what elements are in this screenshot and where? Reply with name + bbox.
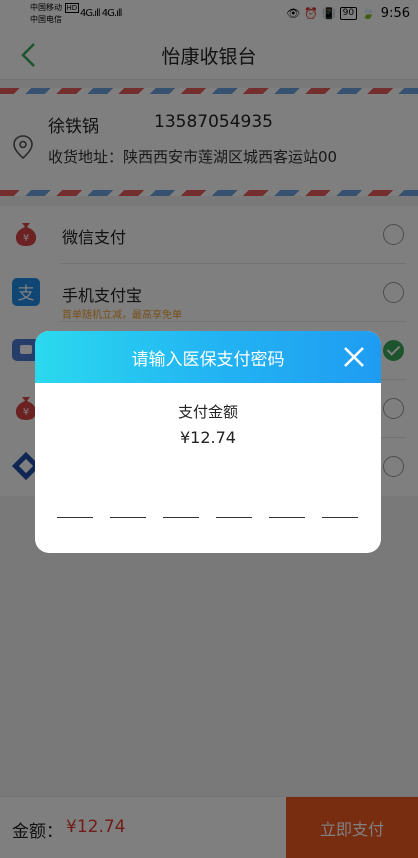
pin-slot-2[interactable] [110,517,146,518]
dialog-header: 请输入医保支付密码 [35,331,381,383]
password-dialog: 请输入医保支付密码 支付金额 ¥12.74 [35,331,381,553]
dialog-title: 请输入医保支付密码 [131,350,285,370]
pin-slot-3[interactable] [163,517,199,518]
payment-amount-label: 支付金额 [177,403,238,421]
payment-amount: ¥12.74 [180,428,236,447]
close-icon[interactable] [341,344,367,370]
password-input[interactable] [57,517,359,519]
pin-slot-6[interactable] [322,517,358,518]
pin-slot-1[interactable] [57,517,93,518]
pin-slot-4[interactable] [216,517,252,518]
pin-slot-5[interactable] [269,517,305,518]
